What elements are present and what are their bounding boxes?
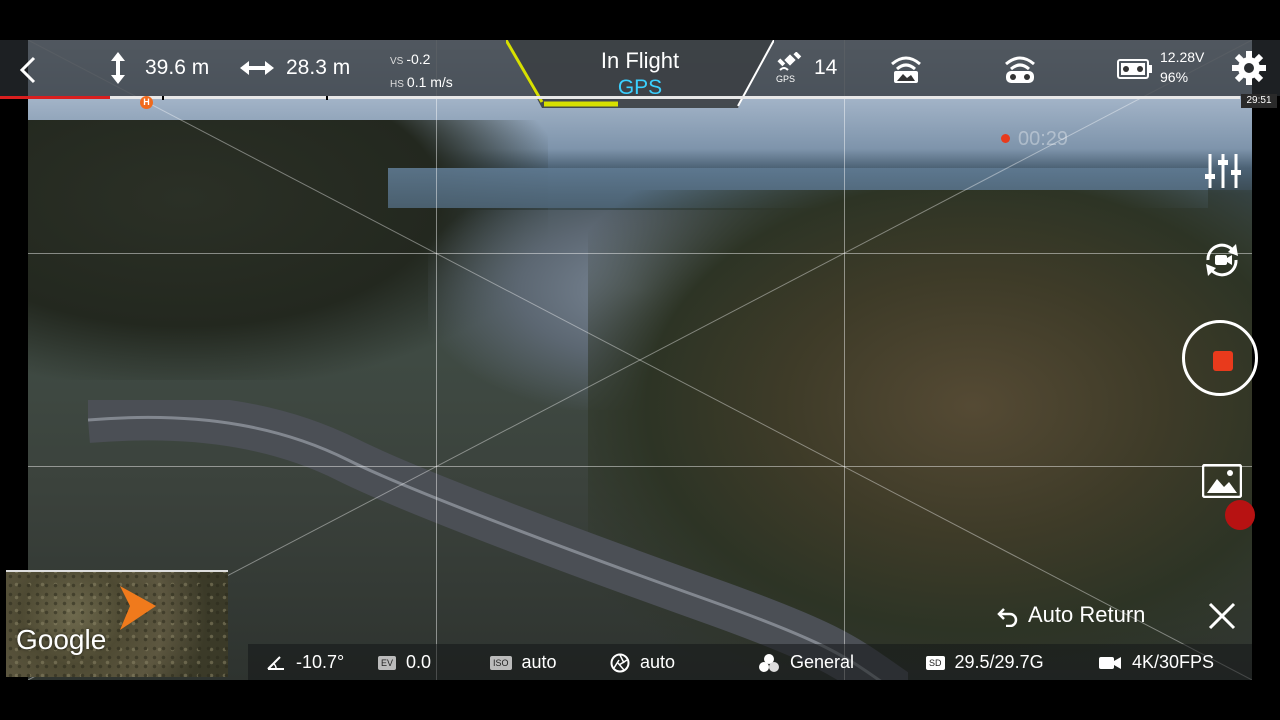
- iso-label: ISO: [490, 655, 512, 670]
- video-camera-icon: [1099, 656, 1121, 669]
- shutter-setting[interactable]: auto: [610, 652, 675, 673]
- battery-percent: 96%: [1160, 69, 1189, 85]
- wifi-image-icon[interactable]: [888, 54, 924, 84]
- gimbal-pitch[interactable]: -10.7°: [266, 652, 344, 673]
- flight-time-used: [0, 96, 110, 99]
- ev-value: 0.0: [406, 652, 432, 672]
- color-style-icon: [759, 653, 779, 672]
- return-arrow-icon: [997, 608, 1018, 627]
- google-logo: Google: [16, 624, 107, 655]
- home-point-marker: H: [140, 96, 153, 109]
- iso-setting[interactable]: ISO auto: [490, 652, 557, 673]
- auto-return-label: Auto Return: [1028, 602, 1146, 627]
- camera-settings-sliders-icon[interactable]: [1204, 152, 1242, 190]
- ev-label: EV: [378, 655, 397, 670]
- distance-value: 28.3 m: [286, 56, 351, 79]
- recording-status-dot: [1225, 500, 1255, 530]
- sd-storage[interactable]: SD 29.5/29.7G: [926, 652, 1044, 673]
- gps-label: GPS: [776, 74, 796, 84]
- gallery-icon[interactable]: [1202, 464, 1242, 498]
- flight-time-bar: [0, 96, 1240, 99]
- bar-tick: [326, 96, 328, 100]
- color-style-value: General: [790, 652, 855, 672]
- video-format[interactable]: 4K/30FPS: [1098, 652, 1214, 673]
- sd-label: SD: [926, 655, 945, 670]
- gimbal-pitch-value: -10.7°: [296, 652, 345, 672]
- drone-position-arrow-icon: [120, 586, 156, 630]
- settings-gear-icon[interactable]: [1232, 51, 1266, 85]
- flight-state: In Flight: [600, 48, 680, 73]
- record-stop-button[interactable]: [1182, 320, 1258, 396]
- ev-setting[interactable]: EV 0.0: [378, 652, 431, 673]
- recording-dot: [1001, 134, 1010, 143]
- close-icon[interactable]: [1206, 600, 1238, 632]
- sd-storage-value: 29.5/29.7G: [954, 652, 1044, 672]
- gimbal-angle-icon: [267, 655, 284, 670]
- drone-battery-icon[interactable]: [1116, 54, 1154, 82]
- bar-tick: [162, 96, 164, 100]
- altitude-value: 39.6 m: [145, 56, 210, 79]
- hs-label: HS: [390, 79, 404, 90]
- record-stop-icon: [1213, 351, 1233, 371]
- horizontal-arrows-icon: [240, 61, 274, 75]
- camera-switch-icon[interactable]: [1200, 238, 1244, 282]
- video-format-value: 4K/30FPS: [1132, 652, 1215, 672]
- flight-time-remaining: 29:51: [1241, 94, 1277, 108]
- vertical-speed: VS -0.2: [390, 51, 430, 67]
- hs-value: 0.1 m/s: [406, 74, 453, 90]
- shutter-value: auto: [640, 652, 676, 672]
- aperture-icon: [610, 653, 630, 672]
- vs-value: -0.2: [406, 51, 431, 67]
- vertical-arrows-icon: [111, 52, 125, 84]
- iso-value: auto: [521, 652, 557, 672]
- color-style-setting[interactable]: General: [758, 652, 854, 673]
- auto-return-button[interactable]: Auto Return: [996, 602, 1145, 628]
- vs-label: VS: [390, 56, 404, 67]
- drone-flight-screen: 39.6 m 28.3 m VS -0.2 HS 0.1 m/s In Flight…: [0, 0, 1280, 720]
- satellite-count: 14: [814, 56, 838, 79]
- back-button[interactable]: [14, 54, 42, 86]
- wifi-remote-icon[interactable]: [1002, 54, 1038, 84]
- recording-elapsed: 00:29: [1018, 128, 1069, 150]
- battery-voltage: 12.28V: [1160, 49, 1205, 65]
- horizontal-speed: HS 0.1 m/s: [390, 74, 453, 90]
